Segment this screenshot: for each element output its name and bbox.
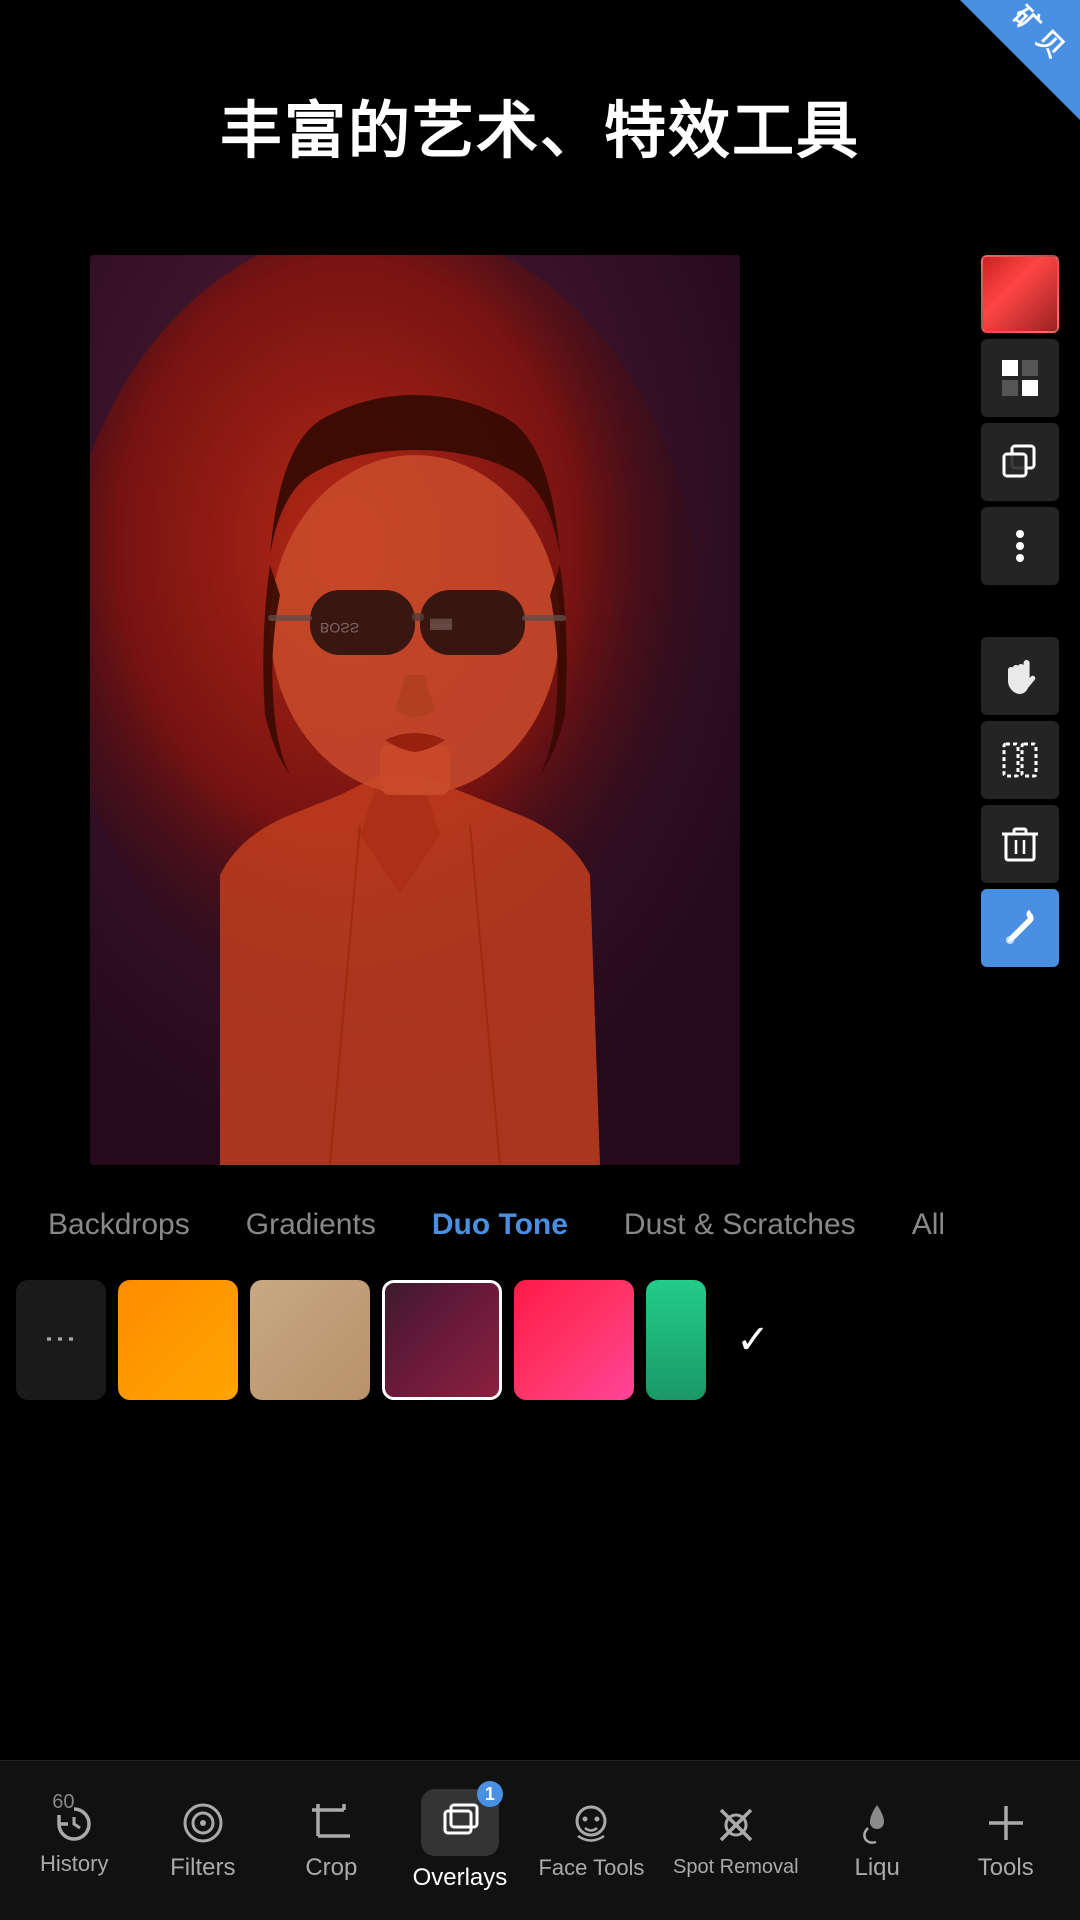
portrait-svg: BOSS ▓▓▓ bbox=[90, 255, 740, 1165]
swatch-tan[interactable] bbox=[250, 1280, 370, 1400]
more-options-button[interactable] bbox=[981, 507, 1059, 585]
duplicate-button[interactable] bbox=[981, 423, 1059, 501]
tab-duo-tone[interactable]: Duo Tone bbox=[404, 1200, 596, 1250]
nav-filters-label: Filters bbox=[170, 1854, 235, 1882]
overlays-icon bbox=[437, 1797, 483, 1843]
swatch-dark-red[interactable] bbox=[382, 1280, 502, 1400]
tab-backdrops[interactable]: Backdrops bbox=[20, 1200, 218, 1250]
nav-liqu-label: Liqu bbox=[854, 1854, 899, 1882]
tab-all[interactable]: All bbox=[884, 1200, 973, 1250]
nav-overlays[interactable]: 1 Overlays bbox=[410, 1789, 510, 1892]
pan-tool-button[interactable] bbox=[981, 637, 1059, 715]
filters-icon bbox=[180, 1800, 226, 1846]
nav-spot-removal-label: Spot Removal bbox=[673, 1856, 799, 1879]
swatch-orange[interactable] bbox=[118, 1280, 238, 1400]
nav-tools[interactable]: Tools bbox=[956, 1800, 1056, 1882]
tab-gradients[interactable]: Gradients bbox=[218, 1200, 404, 1250]
spot-removal-icon bbox=[713, 1802, 759, 1848]
checkmark-icon: ✓ bbox=[736, 1317, 770, 1363]
eyedropper-button[interactable] bbox=[981, 889, 1059, 967]
face-tools-icon bbox=[568, 1801, 614, 1847]
nav-spot-removal[interactable]: Spot Removal bbox=[673, 1802, 799, 1879]
confirm-swatch-button[interactable]: ✓ bbox=[718, 1280, 788, 1400]
badge-text: 矿 贝 bbox=[1007, 1, 1069, 63]
tab-dust-scratches[interactable]: Dust & Scratches bbox=[596, 1200, 884, 1250]
nav-history[interactable]: 60 History bbox=[24, 1801, 124, 1881]
page-title: 丰富的艺术、特效工具 bbox=[0, 80, 1080, 170]
nav-face-tools[interactable]: Face Tools bbox=[538, 1801, 644, 1881]
nav-face-tools-label: Face Tools bbox=[538, 1855, 644, 1881]
nav-filters[interactable]: Filters bbox=[153, 1800, 253, 1882]
right-toolbar bbox=[980, 255, 1060, 967]
tools-plus-icon bbox=[983, 1800, 1029, 1846]
nav-liqu[interactable]: Liqu bbox=[827, 1800, 927, 1882]
nav-crop-label: Crop bbox=[305, 1854, 357, 1882]
main-image: BOSS ▓▓▓ bbox=[90, 255, 740, 1165]
bottom-nav: 60 History Filters Crop 1 bbox=[0, 1760, 1080, 1920]
swatch-green[interactable] bbox=[646, 1280, 706, 1400]
overlays-badge: 1 bbox=[477, 1781, 503, 1807]
nav-overlays-label: Overlays bbox=[413, 1864, 508, 1892]
color-swatch-button[interactable] bbox=[981, 255, 1059, 333]
swatch-pink-red[interactable] bbox=[514, 1280, 634, 1400]
checkerboard-button[interactable] bbox=[981, 339, 1059, 417]
liqu-icon bbox=[854, 1800, 900, 1846]
nav-crop[interactable]: Crop bbox=[281, 1800, 381, 1882]
history-count: 60 bbox=[52, 1791, 74, 1814]
nav-history-label: History bbox=[40, 1851, 108, 1877]
three-dots-icon: ⋮ bbox=[42, 1323, 80, 1357]
crop-icon bbox=[308, 1800, 354, 1846]
swatches-row: ⋮ ✓ bbox=[0, 1270, 1080, 1410]
swatch-menu-button[interactable]: ⋮ bbox=[16, 1280, 106, 1400]
delete-button[interactable] bbox=[981, 805, 1059, 883]
selection-tool-button[interactable] bbox=[981, 721, 1059, 799]
category-tabs: Backdrops Gradients Duo Tone Dust & Scra… bbox=[0, 1190, 1080, 1260]
nav-tools-label: Tools bbox=[978, 1854, 1034, 1882]
